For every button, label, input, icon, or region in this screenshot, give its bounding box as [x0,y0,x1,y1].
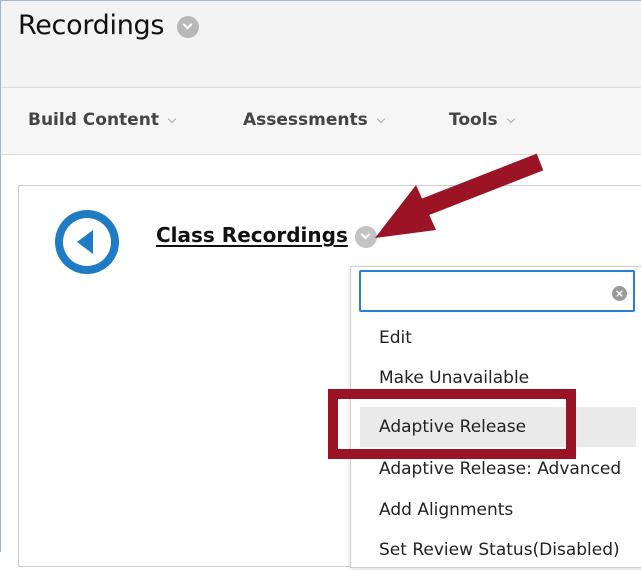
arrow-shaft [421,153,544,216]
arrow-head [375,185,436,238]
annotation-arrow [375,153,544,238]
